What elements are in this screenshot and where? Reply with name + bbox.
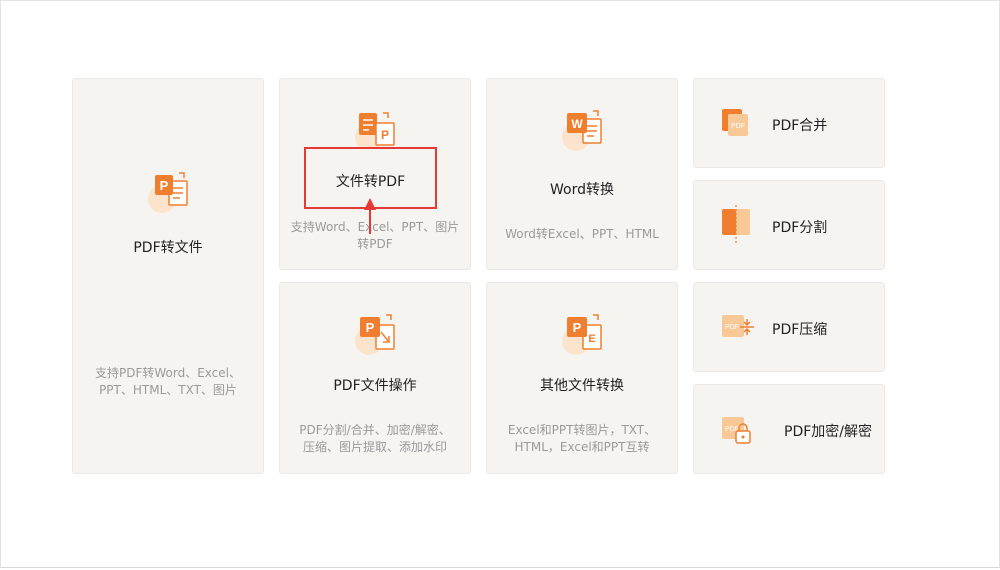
other-convert-desc: Excel和PPT转图片，TXT、 HTML，Excel和PPT互转 — [507, 423, 657, 454]
pdf-merge-card[interactable]: PDF PDF合并 — [693, 78, 885, 168]
pdf-compress-title: PDF压缩 — [772, 322, 828, 338]
pdf-operations-icon: P — [355, 314, 395, 355]
svg-text:P: P — [573, 320, 582, 335]
pdf-encrypt-title: PDF加密/解密 — [784, 424, 872, 440]
pdf-to-file-title: PDF转文件 — [133, 240, 203, 256]
pdf-split-card[interactable]: PDF分割 — [693, 180, 885, 270]
red-arrow-annotation-icon — [364, 198, 376, 234]
file-to-pdf-title: 文件转PDF — [335, 174, 406, 190]
other-convert-title: 其他文件转换 — [540, 378, 624, 394]
pdf-operations-title: PDF文件操作 — [333, 378, 417, 394]
word-convert-desc: Word转Excel、PPT、HTML — [505, 227, 659, 241]
word-convert-title: Word转换 — [550, 182, 614, 198]
pdf-operations-desc: PDF分割/合并、加密/解密、 压缩、图片提取、添加水印 — [299, 423, 451, 454]
pdf-merge-icon: PDF — [722, 109, 748, 136]
pdf-to-file-icon: P — [148, 172, 188, 213]
pdf-to-file-desc: 支持PDF转Word、Excel、 PPT、HTML、TXT、图片 — [94, 366, 241, 397]
svg-text:P: P — [160, 178, 169, 193]
other-convert-card[interactable]: E P 其他文件转换 Excel和PPT转图片，TXT、 HTML，Excel和… — [486, 282, 678, 474]
pdf-encrypt-card[interactable]: PDF PDF加密/解密 — [693, 384, 885, 474]
word-convert-card[interactable]: W Word转换 Word转Excel、PPT、HTML — [486, 78, 678, 270]
svg-text:W: W — [571, 117, 583, 131]
pdf-lock-icon: PDF — [722, 417, 751, 444]
svg-text:P: P — [381, 128, 389, 142]
pdf-operations-card[interactable]: P PDF文件操作 PDF分割/合并、加密/解密、 压缩、图片提取、添加水印 — [279, 282, 471, 474]
pdf-split-title: PDF分割 — [772, 220, 828, 236]
svg-text:PDF: PDF — [731, 123, 745, 130]
pdf-to-file-card[interactable]: P PDF转文件 支持PDF转Word、Excel、 PPT、HTML、TXT、… — [72, 78, 264, 474]
pdf-compress-card[interactable]: PDF PDF压缩 — [693, 282, 885, 372]
pdf-merge-title: PDF合并 — [772, 118, 828, 134]
svg-text:PDF: PDF — [725, 324, 739, 331]
svg-text:P: P — [366, 320, 375, 335]
pdf-compress-icon: PDF — [722, 315, 754, 337]
word-convert-icon: W — [562, 110, 602, 151]
other-convert-icon: E P — [562, 314, 602, 355]
pdf-split-icon — [722, 205, 750, 243]
svg-text:E: E — [588, 333, 595, 345]
